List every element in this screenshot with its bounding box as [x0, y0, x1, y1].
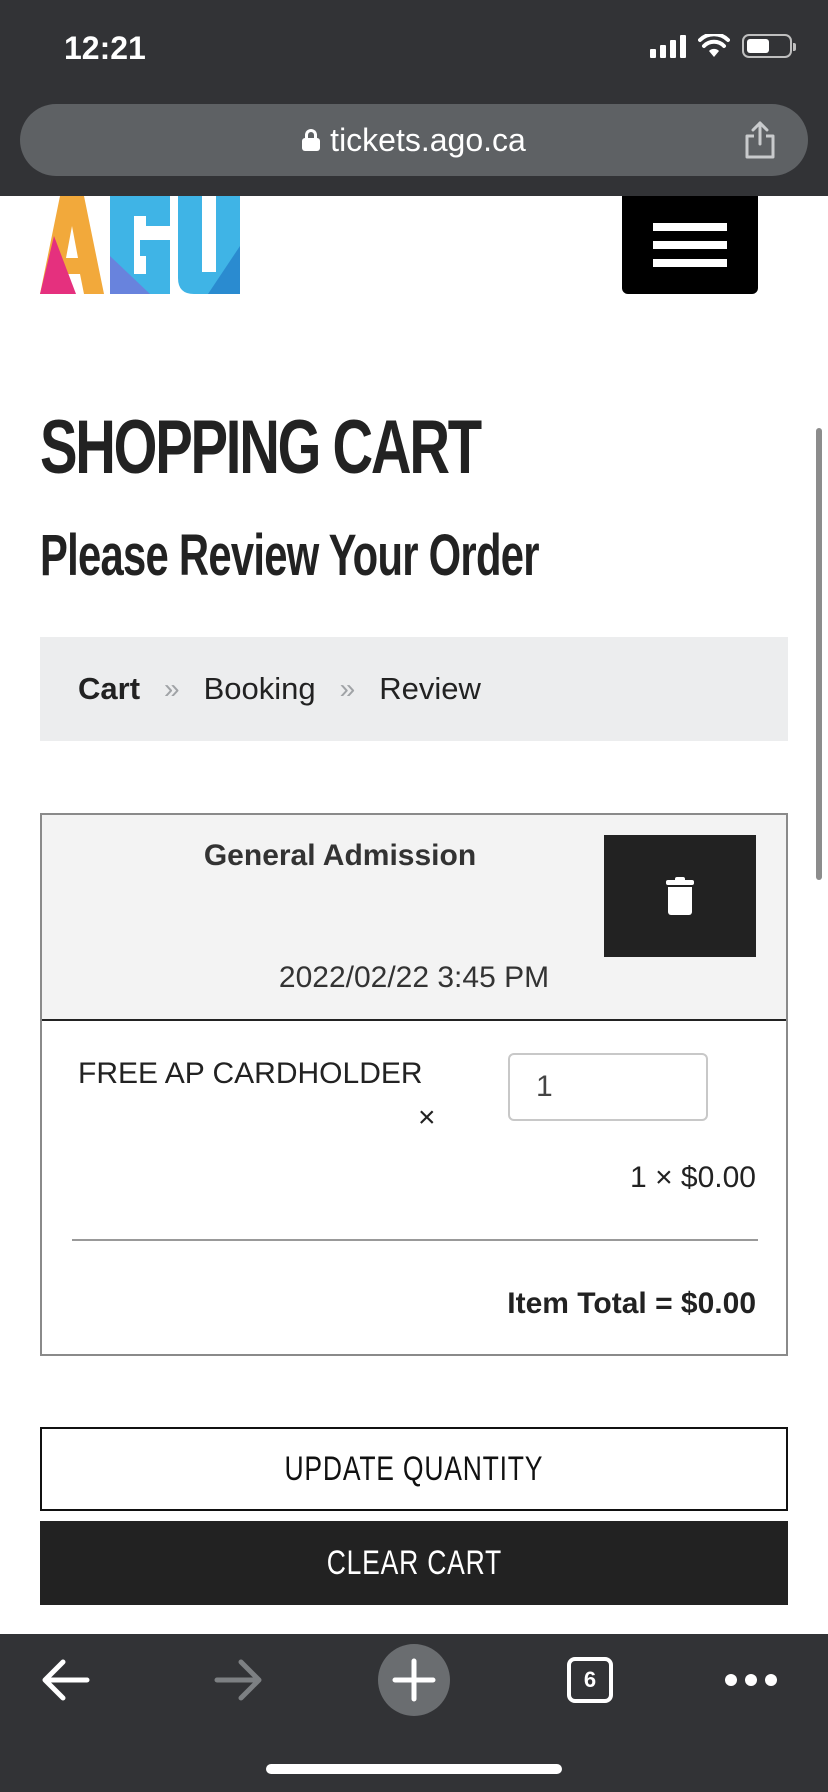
page: 12:21 tickets.ago.ca SHOPPING CART Pleas…: [0, 0, 828, 1792]
hamburger-menu-button[interactable]: [622, 196, 758, 294]
clear-cart-label: CLEAR CART: [326, 1543, 502, 1582]
browser-bottom-toolbar: 6: [0, 1634, 828, 1792]
menu-icon-bar: [653, 223, 727, 231]
new-tab-button[interactable]: [378, 1634, 450, 1726]
delete-item-button[interactable]: [604, 835, 756, 957]
unit-price-line: 1 × $0.00: [630, 1161, 756, 1194]
home-indicator: [266, 1764, 562, 1774]
more-button[interactable]: [718, 1634, 784, 1726]
more-dots-icon: [725, 1674, 777, 1686]
scrollbar[interactable]: [816, 428, 822, 880]
menu-icon-bar: [653, 259, 727, 267]
item-datetime: 2022/02/22 3:45 PM: [278, 961, 550, 994]
checkout-breadcrumb: Cart » Booking » Review: [40, 637, 788, 741]
status-time: 12:21: [64, 30, 146, 66]
ticket-type-label: FREE AP CARDHOLDER: [78, 1057, 423, 1090]
status-icons: [650, 34, 796, 58]
quantity-input[interactable]: [508, 1053, 708, 1121]
share-icon[interactable]: [742, 120, 778, 160]
plus-icon: [392, 1658, 436, 1702]
forward-arrow-icon: [214, 1659, 262, 1701]
trash-icon: [666, 877, 694, 915]
cellular-signal-icon: [650, 34, 686, 58]
page-title: SHOPPING CART: [40, 405, 482, 490]
item-name: General Admission: [203, 839, 477, 872]
back-button[interactable]: [30, 1634, 100, 1726]
url-text: tickets.ago.ca: [330, 121, 526, 158]
breadcrumb-step-booking: Booking: [203, 671, 316, 706]
item-total: Item Total = $0.00: [507, 1287, 756, 1320]
divider: [72, 1239, 758, 1241]
breadcrumb-step-cart: Cart: [78, 671, 141, 706]
back-arrow-icon: [42, 1659, 90, 1701]
breadcrumb-separator: »: [339, 673, 356, 704]
tab-count: 6: [567, 1657, 613, 1703]
menu-icon-bar: [653, 241, 727, 249]
tabs-button[interactable]: 6: [562, 1634, 618, 1726]
address-bar[interactable]: tickets.ago.ca: [20, 104, 808, 176]
multiply-sign: ×: [418, 1101, 436, 1134]
update-quantity-button[interactable]: UPDATE QUANTITY: [40, 1427, 788, 1511]
breadcrumb-separator: »: [164, 673, 180, 704]
update-quantity-label: UPDATE QUANTITY: [284, 1449, 544, 1488]
ago-logo[interactable]: [40, 196, 242, 294]
wifi-icon: [698, 34, 730, 57]
cart-item-header: General Admission 2022/02/22 3:45 PM: [42, 815, 786, 1021]
forward-button[interactable]: [204, 1634, 274, 1726]
clear-cart-button[interactable]: CLEAR CART: [40, 1521, 788, 1605]
page-subtitle: Please Review Your Order: [40, 523, 540, 588]
breadcrumb-step-review: Review: [379, 671, 481, 706]
lock-icon: [302, 129, 321, 151]
browser-top-chrome: 12:21 tickets.ago.ca: [0, 0, 828, 196]
cart-item-card: General Admission 2022/02/22 3:45 PM FRE…: [40, 813, 788, 1356]
battery-icon: [742, 34, 796, 58]
